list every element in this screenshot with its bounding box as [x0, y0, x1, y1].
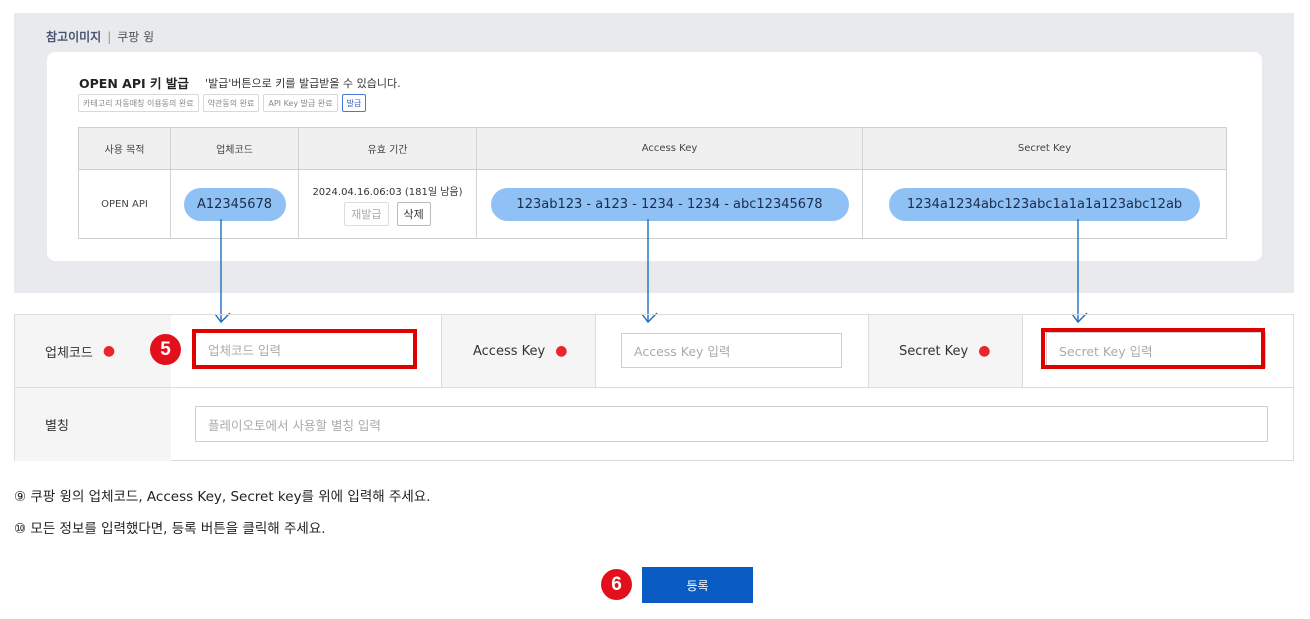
register-button[interactable]: 등록 — [642, 567, 753, 603]
cell-vendor-code: A12345678 — [171, 170, 299, 239]
step-list: 카테고리 자동매칭 이용동의 완료 약관동의 완료 API Key 발급 완료 … — [78, 94, 367, 112]
required-mark: ● — [555, 343, 568, 359]
header-secret-key: Secret Key — [1017, 143, 1072, 154]
validity-group: 2024.04.16.06:03 (181일 남음) 재발급 삭제 — [312, 183, 463, 226]
instruction-note-10: ⑩ 모든 정보를 입력했다면, 등록 버튼을 클릭해 주세요. — [14, 521, 326, 537]
secret-key-pill: 1234a1234abc123abc1a1a1a123abc12ab — [889, 188, 1200, 221]
step-terms-consent: 약관동의 완료 — [202, 94, 260, 112]
reference-title: 참고이미지 | 쿠팡 윙 — [46, 28, 154, 45]
header-vendor-code: 업체코드 — [171, 128, 299, 169]
step-5-badge: 5 — [150, 334, 181, 365]
table-header-row: 사용 목적 업체코드 유효 기간 Access Key Secret Key — [79, 128, 1226, 170]
reference-title-separator: | — [107, 30, 112, 44]
secret-key-label-cell: Secret Key ● — [868, 315, 1023, 387]
alias-input[interactable]: 플레이오토에서 사용할 별칭 입력 — [195, 406, 1268, 442]
access-key-label-cell: Access Key ● — [441, 315, 596, 387]
access-key-label: Access Key — [473, 343, 546, 359]
header-access-key: Access Key — [477, 128, 863, 169]
reference-card: OPEN API 키 발급 '발급'버튼으로 키를 발급받을 수 있습니다. 카… — [47, 52, 1262, 261]
header-purpose: 사용 목적 — [79, 128, 171, 169]
vendor-code-label-cell: 업체코드 ● — [15, 315, 171, 387]
api-key-table: 사용 목적 업체코드 유효 기간 Access Key Secret Key O… — [78, 127, 1227, 239]
step-api-key-issued: API Key 발급 완료 — [263, 94, 338, 112]
step-6-badge: 6 — [601, 569, 632, 600]
secret-key-highlight — [1041, 328, 1265, 369]
alias-label: 별칭 — [45, 419, 69, 434]
issue-button[interactable]: 발급 — [341, 94, 367, 112]
alias-label-cell: 별칭 — [15, 388, 171, 461]
vendor-code-pill: A12345678 — [183, 188, 286, 221]
vendor-code-highlight — [192, 329, 417, 369]
cell-purpose: OPEN API — [79, 170, 171, 239]
header-validity: 유효 기간 — [299, 128, 477, 169]
cell-validity: 2024.04.16.06:03 (181일 남음) 재발급 삭제 — [299, 170, 477, 239]
required-mark: ● — [102, 343, 116, 359]
secret-key-label: Secret Key — [899, 343, 969, 359]
card-description: '발급'버튼으로 키를 발급받을 수 있습니다. — [205, 77, 401, 90]
form-row-alias: 별칭 플레이오토에서 사용할 별칭 입력 — [15, 388, 1293, 461]
step-category-consent: 카테고리 자동매칭 이용동의 완료 — [78, 94, 199, 112]
vendor-code-label: 업체코드 — [45, 345, 93, 361]
reference-panel: 참고이미지 | 쿠팡 윙 OPEN API 키 발급 '발급'버튼으로 키를 발급받… — [14, 13, 1294, 293]
validity-buttons: 재발급 삭제 — [344, 202, 431, 226]
table-row: OPEN API A12345678 2024.04.16.06:03 (181… — [79, 170, 1226, 239]
cell-secret-key: 1234a1234abc123abc1a1a1a123abc12ab — [863, 170, 1226, 239]
delete-button[interactable]: 삭제 — [396, 202, 431, 226]
access-key-input[interactable]: Access Key 입력 — [621, 333, 842, 368]
cell-access-key: 123ab123 - a123 - 1234 - 1234 - abc12345… — [477, 170, 863, 239]
reissue-button[interactable]: 재발급 — [344, 202, 389, 226]
required-mark: ● — [978, 343, 991, 359]
card-heading: OPEN API 키 발급 — [79, 76, 189, 91]
reference-title-main: 참고이미지 — [46, 30, 102, 44]
instruction-note-9: ⑨ 쿠팡 윙의 업체코드, Access Key, Secret key를 위에… — [14, 489, 431, 505]
reference-title-sub: 쿠팡 윙 — [117, 30, 155, 44]
validity-text: 2024.04.16.06:03 (181일 남음) — [312, 187, 463, 198]
access-key-pill: 123ab123 - a123 - 1234 - 1234 - abc12345… — [490, 188, 849, 221]
